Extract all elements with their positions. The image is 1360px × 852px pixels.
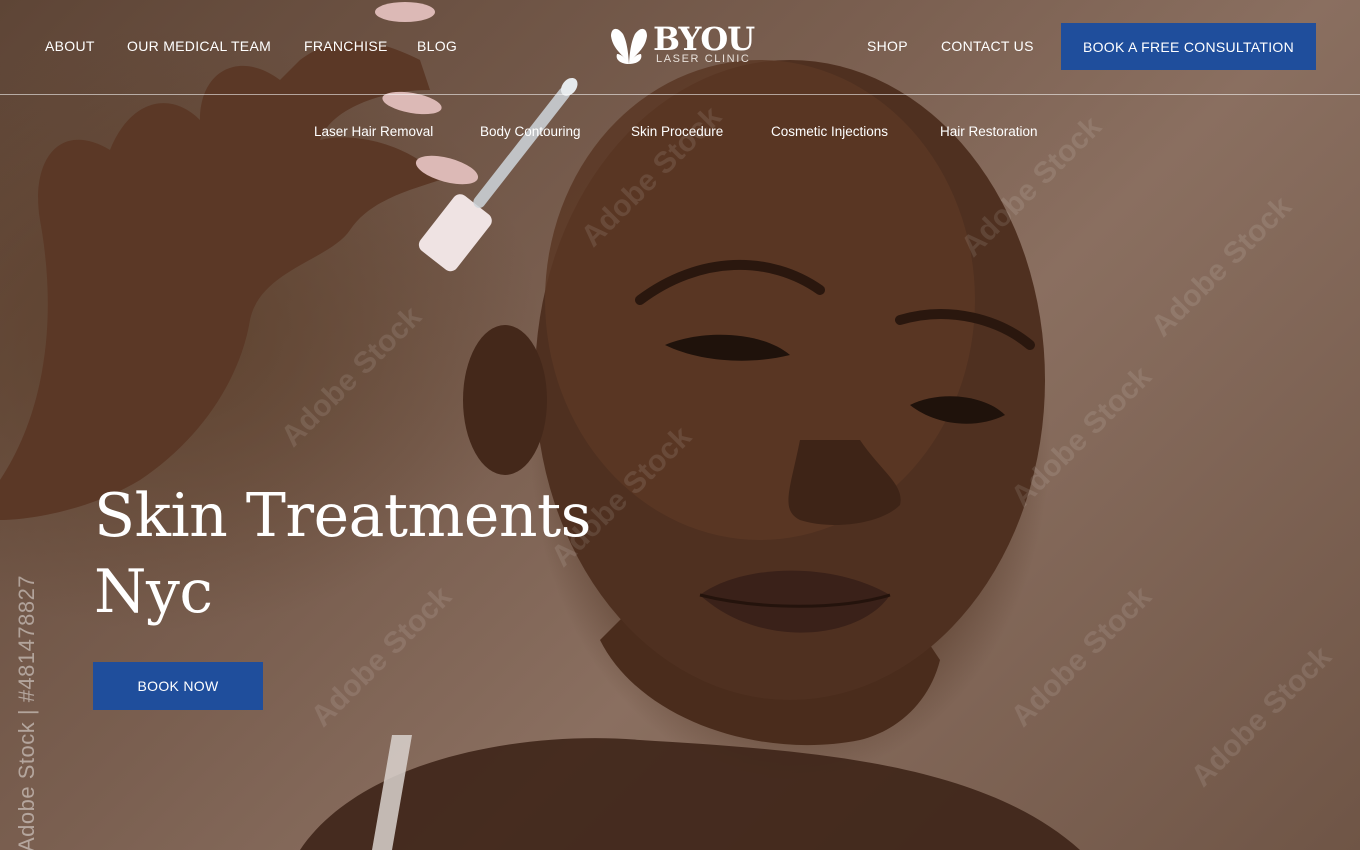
nav-about[interactable]: ABOUT (45, 38, 95, 54)
subnav-skin-procedure[interactable]: Skin Procedure (631, 124, 723, 139)
header: ABOUT OUR MEDICAL TEAM FRANCHISE BLOG BY… (0, 0, 1360, 95)
nav-contact-us[interactable]: CONTACT US (941, 38, 1034, 54)
book-consultation-button[interactable]: BOOK A FREE CONSULTATION (1061, 23, 1316, 70)
page-title-line-2: Nyc (94, 557, 213, 627)
nav-franchise[interactable]: FRANCHISE (304, 38, 388, 54)
subnav-laser-hair-removal[interactable]: Laser Hair Removal (314, 124, 433, 139)
stock-id-text: Adobe Stock | #481478827 (14, 574, 39, 850)
subnav-hair-restoration[interactable]: Hair Restoration (940, 124, 1038, 139)
nav-blog[interactable]: BLOG (417, 38, 457, 54)
logo-subtitle: LASER CLINIC (656, 53, 751, 65)
subnav-body-contouring[interactable]: Body Contouring (480, 124, 581, 139)
butterfly-icon (611, 28, 647, 64)
page-title-line-1: Skin Treatments (94, 481, 591, 551)
logo[interactable]: BYOU LASER CLINIC (609, 20, 755, 70)
page-title: Skin Treatments Nyc (94, 478, 654, 630)
book-now-button[interactable]: BOOK NOW (93, 662, 263, 710)
subnav-cosmetic-injections[interactable]: Cosmetic Injections (771, 124, 888, 139)
nav-medical-team[interactable]: OUR MEDICAL TEAM (127, 38, 271, 54)
nav-shop[interactable]: SHOP (867, 38, 908, 54)
